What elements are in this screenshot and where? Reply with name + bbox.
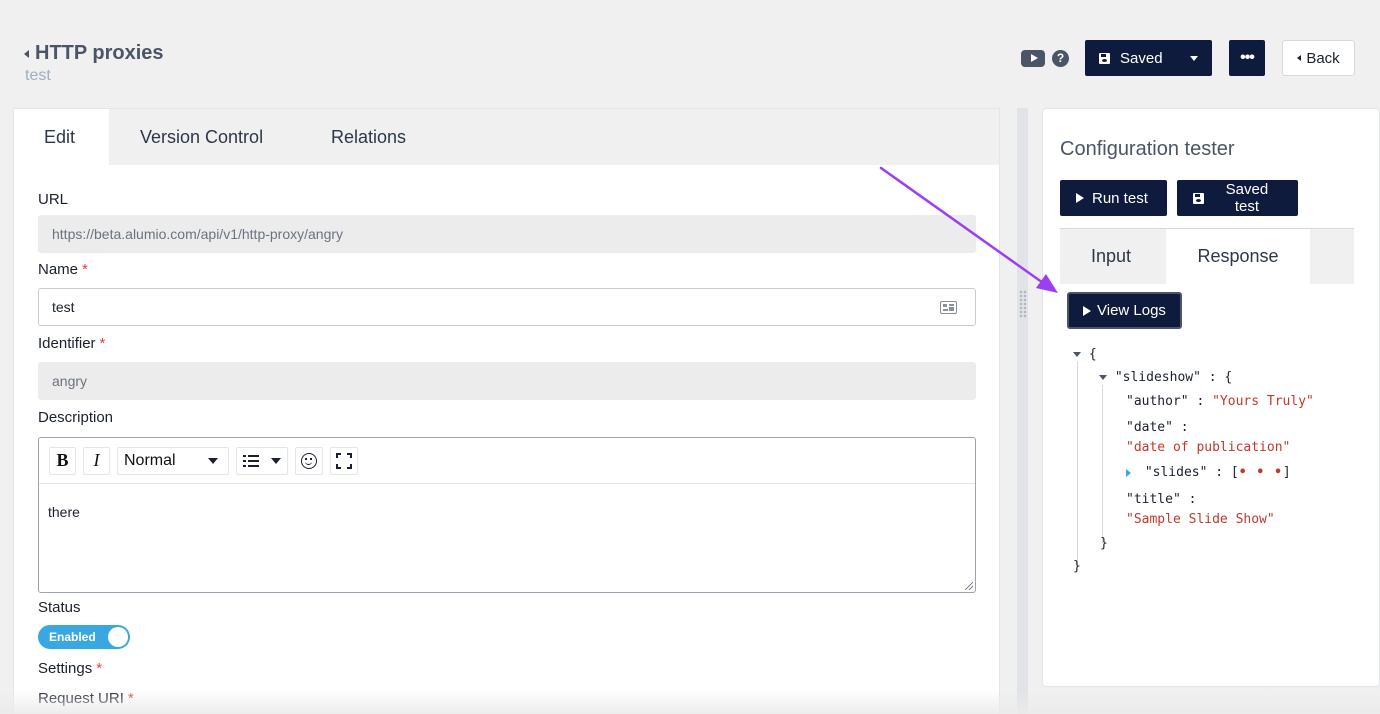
edit-panel: Edit Version Control Relations URL https… (13, 108, 1000, 714)
json-slideshow-close: } (1100, 536, 1108, 551)
id-card-icon[interactable] (940, 301, 957, 314)
status-toggle[interactable]: Enabled (38, 625, 130, 649)
view-logs-button[interactable]: View Logs (1067, 292, 1182, 329)
tab-edit[interactable]: Edit (14, 109, 109, 165)
json-slideshow-node[interactable]: "slideshow" : { (1099, 370, 1232, 385)
json-date-key-line: "date" : (1126, 420, 1189, 435)
json-title-key-line: "title" : (1126, 492, 1197, 507)
fullscreen-button[interactable] (330, 446, 358, 475)
header-actions: ? Saved ••• Back (1021, 40, 1355, 76)
emoji-button[interactable] (295, 446, 323, 475)
page-title: HTTP proxies (35, 42, 164, 64)
caret-down-icon (208, 457, 218, 464)
caret-down-icon (271, 457, 281, 464)
name-field-value: test (52, 299, 75, 315)
caret-down-icon[interactable] (1190, 55, 1198, 61)
list-icon (243, 454, 259, 467)
json-date-value-line: "date of publication" (1126, 440, 1291, 455)
help-icon[interactable]: ? (1052, 49, 1069, 67)
description-editor[interactable]: B I Normal there (38, 437, 976, 593)
name-field[interactable]: test (38, 288, 976, 326)
chevron-left-icon (1297, 55, 1302, 61)
editor-toolbar: B I Normal (39, 438, 975, 484)
tab-response[interactable]: Response (1166, 229, 1310, 284)
saved-test-label: Saved test (1225, 181, 1269, 215)
run-test-label: Run test (1092, 189, 1148, 207)
chevron-left-icon (24, 49, 29, 58)
saved-button[interactable]: Saved (1085, 40, 1212, 76)
block-format-value: Normal (124, 451, 176, 469)
saved-test-button[interactable]: Saved test (1177, 180, 1298, 216)
view-logs-label: View Logs (1097, 302, 1166, 319)
italic-button[interactable]: I (83, 446, 110, 475)
tester-title: Configuration tester (1060, 138, 1235, 160)
resize-handle-icon[interactable] (965, 582, 973, 590)
fullscreen-icon (336, 452, 352, 469)
bold-button[interactable]: B (49, 446, 76, 475)
url-label: URL (38, 191, 69, 208)
status-toggle-label: Enabled (49, 630, 96, 644)
json-slides-node[interactable]: "slides" : [• • •] (1126, 465, 1291, 480)
breadcrumb-back-link[interactable]: HTTP proxies (24, 42, 164, 65)
configuration-tester-panel: Configuration tester Run test Saved test… (1042, 108, 1380, 687)
tab-version-control[interactable]: Version Control (109, 109, 331, 165)
collapse-icon[interactable] (1099, 375, 1107, 380)
tab-input[interactable]: Input (1060, 229, 1166, 284)
json-title-value-line: "Sample Slide Show" (1126, 512, 1275, 527)
name-label: Name * (38, 261, 88, 278)
url-field[interactable]: https://beta.alumio.com/api/v1/http-prox… (38, 215, 976, 253)
drag-handle-icon[interactable] (1019, 290, 1027, 318)
video-tutorial-icon[interactable] (1021, 49, 1045, 67)
request-uri-label: Request URI * (38, 690, 134, 707)
identifier-field[interactable]: angry (38, 362, 976, 400)
back-button-label: Back (1306, 49, 1340, 67)
expand-icon[interactable] (1126, 468, 1131, 477)
description-label: Description (38, 409, 114, 426)
page-subtitle: test (25, 67, 51, 84)
more-actions-button[interactable]: ••• (1229, 40, 1265, 76)
toggle-knob (108, 627, 128, 647)
json-root-close: } (1073, 559, 1081, 574)
json-root-open[interactable]: { (1073, 347, 1097, 362)
settings-label: Settings * (38, 660, 103, 677)
list-dropdown-button[interactable] (236, 446, 288, 475)
back-button[interactable]: Back (1282, 40, 1355, 76)
identifier-label: Identifier * (38, 335, 106, 352)
panel-splitter[interactable] (1017, 108, 1028, 714)
save-icon (1099, 52, 1110, 64)
tab-bar: Edit Version Control Relations (14, 109, 999, 165)
json-author-line: "author" : "Yours Truly" (1126, 394, 1314, 409)
run-test-button[interactable]: Run test (1060, 180, 1167, 216)
smiley-icon (301, 452, 317, 469)
play-icon (1083, 305, 1091, 316)
play-icon (1076, 193, 1084, 203)
status-label: Status (38, 599, 81, 616)
tester-tab-bar: Input Response (1060, 228, 1354, 284)
save-icon (1193, 192, 1204, 204)
block-format-select[interactable]: Normal (117, 446, 229, 475)
tab-relations[interactable]: Relations (331, 109, 406, 165)
saved-button-label: Saved (1120, 49, 1163, 67)
editor-content[interactable]: there (39, 484, 975, 540)
collapse-icon[interactable] (1073, 352, 1081, 357)
